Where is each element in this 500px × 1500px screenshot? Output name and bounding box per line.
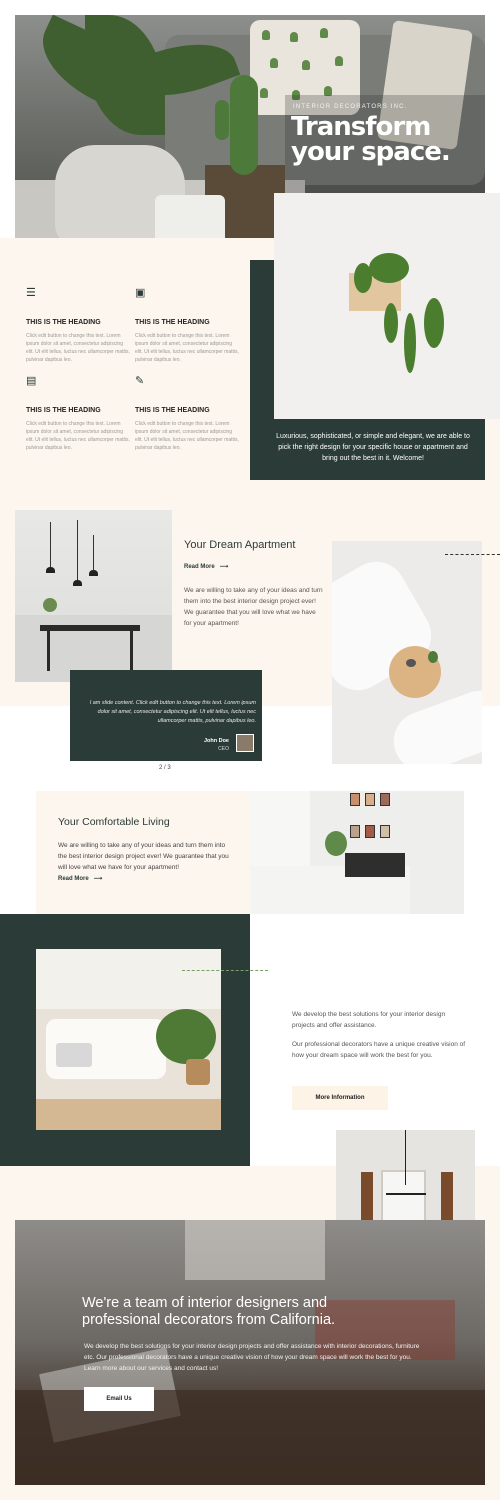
apartment-text: We are willing to take any of your ideas… <box>184 587 323 627</box>
hero-eyebrow: INTERIOR DECORATORS INC. <box>293 104 408 110</box>
feature-text: Click edit button to change this text. L… <box>135 333 239 363</box>
feature-text: Click edit button to change this text. L… <box>26 421 130 451</box>
chair-table-photo <box>332 541 482 764</box>
wall-plant-photo <box>274 193 500 419</box>
email-us-button[interactable]: Email Us <box>84 1387 154 1411</box>
edit-icon: ✎ <box>135 375 145 387</box>
feature-item: ▤ THIS IS THE HEADING Click edit button … <box>26 375 131 452</box>
feature-item: ☰ THIS IS THE HEADING Click edit button … <box>26 287 131 364</box>
hero-title: Transform your space. <box>291 112 451 167</box>
feature-heading: THIS IS THE HEADING <box>135 407 210 414</box>
feature-heading: THIS IS THE HEADING <box>135 319 210 326</box>
archive-icon: ▤ <box>26 375 37 387</box>
develop-text-1: We develop the best solutions for your i… <box>292 1011 446 1029</box>
jar-photo <box>155 195 225 238</box>
divider-dashed <box>182 970 268 971</box>
testimonial-quote: I am slide content. Click edit button to… <box>89 700 256 724</box>
slide-pager[interactable]: 2 / 3 <box>159 765 171 771</box>
develop-text-2: Our professional decorators have a uniqu… <box>292 1041 466 1059</box>
arrow-right-icon: ⟶ <box>90 876 103 882</box>
avatar <box>236 734 254 752</box>
testimonial-name: John Doe <box>203 738 229 744</box>
feature-heading: THIS IS THE HEADING <box>26 407 101 414</box>
read-more-label: Read More <box>58 876 89 882</box>
feature-item: ✎ THIS IS THE HEADING Click edit button … <box>135 375 240 452</box>
divider-dashed <box>445 554 500 555</box>
feature-text: Click edit button to change this text. L… <box>135 421 239 451</box>
more-information-button[interactable]: More Information <box>292 1086 388 1110</box>
feature-text: Click edit button to change this text. L… <box>26 333 130 363</box>
team-text: We develop the best solutions for your i… <box>84 1343 420 1372</box>
apartment-title: Your Dream Apartment <box>184 539 296 551</box>
read-more-label: Read More <box>184 564 215 570</box>
comfort-read-more-link[interactable]: Read More ⟶ <box>58 875 102 882</box>
testimonial-slide: I am slide content. Click edit button to… <box>70 670 262 761</box>
team-title: We're a team of interior designers and p… <box>82 1295 336 1328</box>
bedroom-photo <box>250 791 464 914</box>
living-room-photo <box>36 949 221 1130</box>
arrow-right-icon: ⟶ <box>216 564 229 570</box>
stack-icon: ☰ <box>26 287 36 299</box>
welcome-text: Luxurious, sophisticated, or simple and … <box>276 433 470 462</box>
apartment-read-more-link[interactable]: Read More ⟶ <box>184 563 228 570</box>
comfort-title: Your Comfortable Living <box>58 816 170 828</box>
testimonial-role: CEO <box>218 746 229 752</box>
feature-heading: THIS IS THE HEADING <box>26 319 101 326</box>
comfort-text: We are willing to take any of your ideas… <box>58 842 229 871</box>
slideshare-icon: ▣ <box>135 287 146 299</box>
feature-item: ▣ THIS IS THE HEADING Click edit button … <box>135 287 240 364</box>
dining-room-photo <box>15 510 172 682</box>
